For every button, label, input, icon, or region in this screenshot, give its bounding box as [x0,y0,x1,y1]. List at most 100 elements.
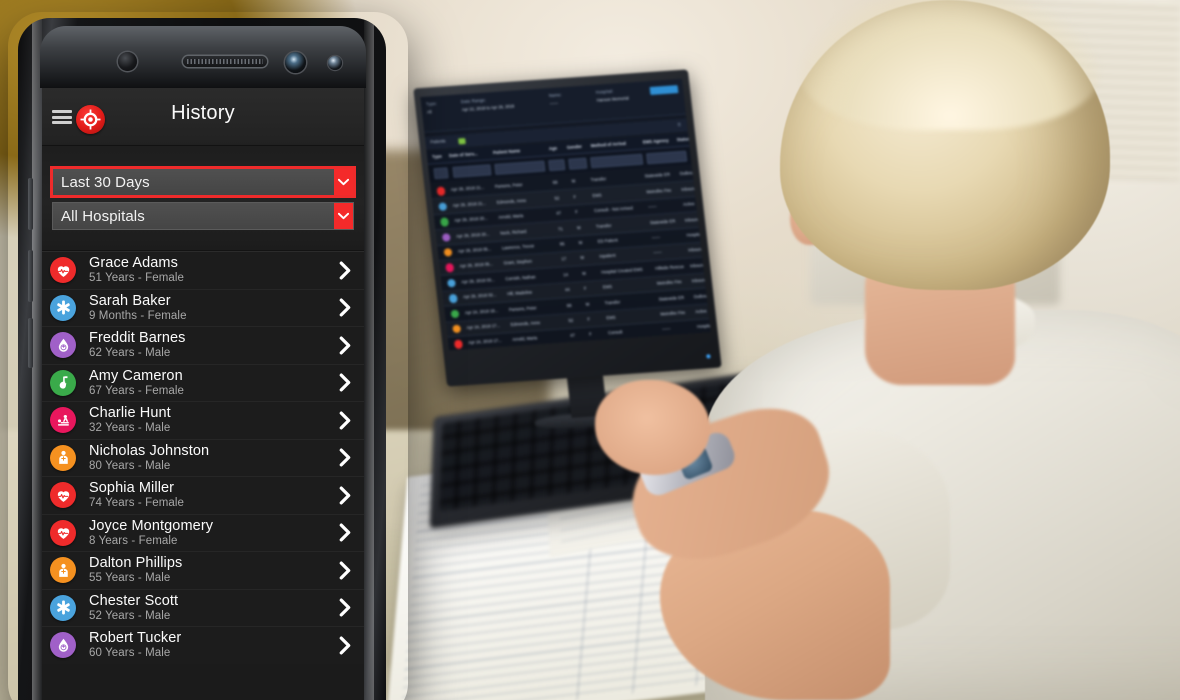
monitor-cell-date: Apr 29, 2018 21... [450,185,485,193]
star-of-life-icon [50,594,76,621]
monitor-section-chip-icon [458,137,466,144]
chevron-right-icon[interactable] [336,373,354,392]
phone-edge-highlight-left [32,18,42,700]
monitor-cell-date: Apr 29, 2018 02... [462,292,497,300]
blood-drop-icon [50,632,76,659]
monitor-cell-age: 52 [554,195,560,201]
monitor-cell-arrival: Hospital Created EMS [600,266,643,275]
earpiece-speaker-icon [183,56,267,67]
monitor-cell-age: 68 [552,180,558,186]
patient-detail: 80 Years - Male [89,459,171,472]
patient-detail: 55 Years - Male [89,572,171,585]
phone-body: History Last 30 Days All Hospitals Grace… [18,18,386,700]
patient-detail: 60 Years - Male [89,647,171,660]
chevron-right-icon[interactable] [336,636,354,655]
monitor-cell-name: Nock, Richard [499,228,527,236]
chevron-right-icon[interactable] [336,523,354,542]
hospital-select[interactable]: All Hospitals [52,202,354,230]
patient-list-item[interactable]: Joyce Montgomery 8 Years - Female [42,513,364,551]
proximity-sensor-icon [285,52,306,73]
chevron-right-icon[interactable] [336,448,354,467]
chevron-right-icon[interactable] [336,411,354,430]
chevron-right-icon[interactable] [336,598,354,617]
monitor-column-header: Date of Serv... [448,151,478,159]
phone-volume-down-button[interactable] [28,318,33,368]
monitor-name-value: ------ [549,100,559,107]
heart-pulse-icon [50,519,76,546]
patient-list-item[interactable]: Sarah Baker 9 Months - Female [42,288,364,326]
monitor-cell-name: Arnold, Maria [498,213,524,220]
monitor-cell-name: Parsons, Peter [494,182,523,190]
phone-screen: History Last 30 Days All Hospitals Grace… [42,88,364,700]
chevron-right-icon[interactable] [336,336,354,355]
patient-detail: 74 Years - Female [89,497,185,510]
patient-list-item[interactable]: Dalton Phillips 55 Years - Male [42,551,364,589]
monitor-cell-age: 95 [559,241,565,247]
patient-list-item[interactable]: Nicholas Johnston 80 Years - Male [42,438,364,476]
patient-name: Chester Scott [89,592,179,609]
patient-text: Joyce Montgomery 8 Years - Female [89,518,336,548]
monitor-cell-age: 68 [566,302,572,308]
monitor-cell-date: Apr 29, 2018 20... [455,231,490,239]
patient-name: Freddit Barnes [89,330,186,347]
monitor-cell-arrival: Consult - Not Arrived [593,205,634,214]
monitor-cell-arrival: ED Patient [597,237,618,244]
patient-list-item[interactable]: Grace Adams 51 Years - Female [42,251,364,289]
hospital-chevron-down-icon[interactable] [334,203,353,229]
date-range-value: Last 30 Days [53,169,334,195]
patient-list-item[interactable]: Chester Scott 52 Years - Male [42,588,364,626]
monitor-cell-gender: M [571,178,576,185]
patient-list-item[interactable]: Charlie Hunt 32 Years - Male [42,401,364,439]
patient-list-item[interactable]: Robert Tucker 60 Years - Male [42,626,364,664]
date-range-chevron-down-icon[interactable] [334,169,353,195]
chevron-right-icon[interactable] [336,261,354,280]
star-of-life-icon [50,294,76,321]
monitor-cell-age: 14 [562,271,569,278]
phone-button-top[interactable] [28,178,33,230]
monitor-column-header: Patient Name [492,148,521,156]
monitor-date-value: Apr 22, 2018 to Apr 29, 2018 [461,103,515,113]
monitor-cell-gender: F [574,209,579,215]
monitor-cell-date: Apr 24, 2018 17... [468,338,502,346]
patient-list-item[interactable]: Freddit Barnes 62 Years - Male [42,326,364,364]
monitor-cell-arrival: Inpatient [599,253,616,260]
patient-text: Freddit Barnes 62 Years - Male [89,330,336,360]
patient-text: Sophia Miller 74 Years - Female [89,480,336,510]
patient-text: Nicholas Johnston 80 Years - Male [89,443,336,473]
app-header: History [42,88,364,146]
monitor-column-header: Method of Arrival [590,141,627,149]
patient-detail: 32 Years - Male [89,422,171,435]
monitor-cell-age: 47 [555,210,562,216]
monitor-cell-gender: M [576,224,581,230]
patient-text: Chester Scott 52 Years - Male [89,593,336,623]
patient-detail: 8 Years - Female [89,534,178,547]
monitor-cell-gender: M [580,255,585,261]
patient-text: Amy Cameron 67 Years - Female [89,368,336,398]
monitor-cell-age: 47 [569,332,576,339]
background-person [595,0,1180,700]
chevron-right-icon[interactable] [336,486,354,505]
monitor-cell-name: Parsons, Peter [508,304,537,312]
monitor-cell-age: 71 [557,225,563,232]
date-range-select[interactable]: Last 30 Days [50,166,356,198]
ambient-light-sensor-icon [328,56,342,70]
patient-detail: 51 Years - Female [89,272,185,285]
monitor-cell-date: Apr 29, 2018 05... [459,261,494,269]
monitor-hospital-value: Hanson Memorial [596,95,630,103]
patient-list-item[interactable]: Amy Cameron 67 Years - Female [42,363,364,401]
chevron-right-icon[interactable] [336,561,354,580]
patient-text: Robert Tucker 60 Years - Male [89,630,336,660]
monitor-cell-gender: F [573,194,577,200]
patient-detail: 9 Months - Female [89,309,187,322]
phone-edge-highlight-right [364,18,374,700]
monitor-cell-arrival: Transfer [595,222,612,229]
patient-name: Charlie Hunt [89,405,171,422]
patient-name: Joyce Montgomery [89,517,214,534]
monitor-cell-age: 44 [564,287,570,293]
phone-volume-up-button[interactable] [28,250,33,302]
patient-list-item[interactable]: Sophia Miller 74 Years - Female [42,476,364,514]
phone-top-bezel [40,26,366,88]
front-camera-icon [118,52,137,71]
monitor-cell-date: Apr 29, 2018 05... [457,246,492,254]
chevron-right-icon[interactable] [336,298,354,317]
